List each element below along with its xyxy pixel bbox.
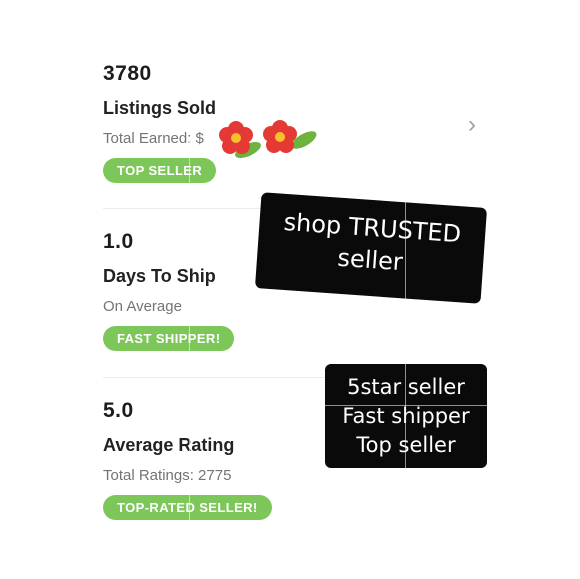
- stat-subtext: Total Earned: $: [103, 130, 204, 147]
- stat-value: 5.0: [103, 399, 134, 422]
- stat-average-rating: 5.0 Average Rating Total Ratings: 2775 T…: [103, 399, 272, 520]
- stat-label: Average Rating: [103, 435, 235, 455]
- top-seller-badge: TOP SELLER: [103, 158, 217, 183]
- stat-value: 3780: [103, 62, 152, 85]
- fold-crease: [189, 140, 190, 579]
- top-rated-seller-badge: TOP-RATED SELLER!: [103, 495, 272, 520]
- flower-icon: [219, 121, 261, 159]
- stat-label: Listings Sold: [103, 98, 217, 118]
- stat-value: 1.0: [103, 230, 134, 253]
- flower-icon: [263, 120, 317, 153]
- fold-crease: [325, 405, 487, 406]
- stat-subtext: Total Ratings: 2775: [103, 467, 232, 484]
- stat-listings-sold[interactable]: 3780 Listings Sold Total Earned: $ TOP S…: [103, 62, 217, 183]
- stat-label: Days To Ship: [103, 266, 216, 286]
- summary-sticker: 5star seller Fast shipper Top seller: [325, 364, 487, 468]
- sticker-line: 5star seller: [347, 375, 465, 399]
- trusted-seller-sticker: shop TRUSTED seller: [254, 192, 488, 304]
- flower-emoji-sticker: [219, 120, 317, 159]
- stat-days-to-ship: 1.0 Days To Ship On Average FAST SHIPPER…: [103, 230, 235, 351]
- stat-subtext: On Average: [103, 298, 182, 315]
- fold-crease: [405, 200, 406, 480]
- sticker-line: Top seller: [356, 433, 456, 457]
- chevron-right-icon[interactable]: ›: [468, 113, 476, 137]
- sticker-line: Fast shipper: [342, 404, 470, 428]
- fast-shipper-badge: FAST SHIPPER!: [103, 326, 235, 351]
